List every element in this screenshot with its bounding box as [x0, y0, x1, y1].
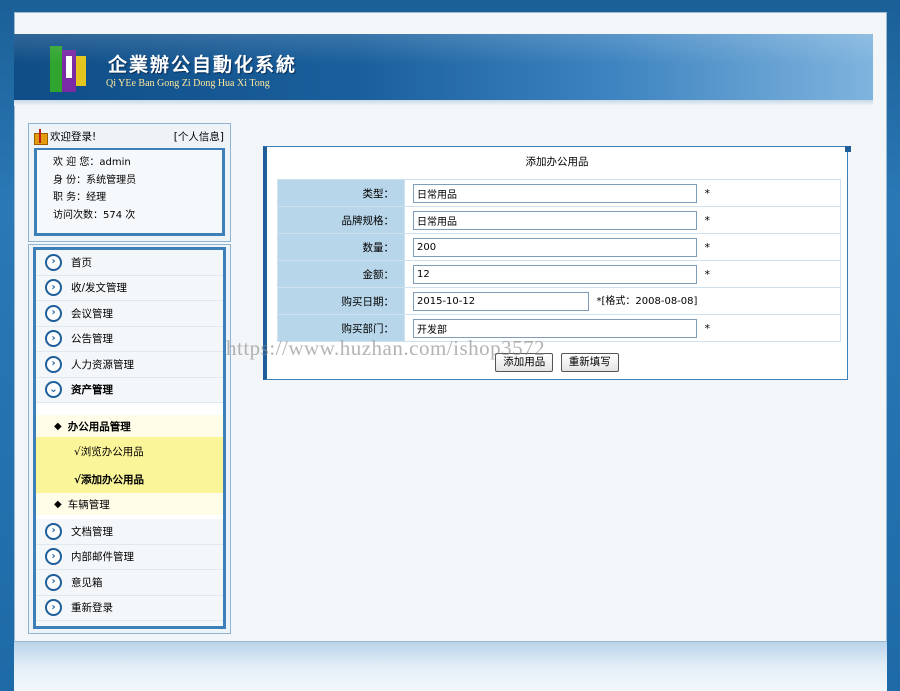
required-mark: * — [704, 321, 711, 335]
welcome-panel: 欢迎登录! [个人信息] 欢 迎 您：admin 身 份：系统管理员 职 务：经… — [28, 123, 231, 242]
required-mark: * — [704, 213, 711, 227]
sidebar-item-documents-inout[interactable]: › 收/发文管理 — [36, 276, 223, 301]
sidebar-item-label: 首页 — [71, 256, 92, 269]
chevron-right-icon: › — [45, 548, 62, 566]
menu-list: › 首页 › 收/发文管理 › 会议管理 › 公告管理 › 人力资源管理 ⌄ 资… — [33, 247, 226, 629]
position-line: 职 务：经理 — [53, 192, 107, 203]
type-field[interactable] — [413, 183, 697, 203]
identity-line: 身 份：系统管理员 — [53, 174, 137, 186]
submenu-link-browse-supplies[interactable]: √浏览办公用品 — [36, 437, 223, 465]
diamond-icon: ◆ — [54, 420, 62, 432]
welcome-greeting: 欢迎登录! — [50, 130, 97, 143]
quantity-field[interactable] — [413, 237, 697, 257]
app-title: 企業辦公自動化系統 — [108, 54, 298, 76]
welcome-header: 欢迎登录! [个人信息] — [29, 124, 230, 148]
form-row-type: 类型： * — [277, 179, 841, 207]
date-format-hint: *[格式：2008-08-08] — [596, 296, 698, 307]
sidebar-item-suggestions[interactable]: › 意见箱 — [36, 570, 223, 596]
chevron-right-icon: › — [45, 355, 62, 373]
gift-icon — [33, 129, 48, 145]
department-field[interactable] — [413, 318, 697, 338]
form-row-brand: 品牌规格： * — [277, 206, 841, 234]
sidebar-item-meetings[interactable]: › 会议管理 — [36, 301, 223, 327]
required-mark: * — [704, 186, 711, 200]
sidebar-item-hr[interactable]: › 人力资源管理 — [36, 352, 223, 378]
app-subtitle: Qi YEe Ban Gong Zi Dong Hua Xi Tong — [106, 78, 270, 89]
sidebar-item-label: 收/发文管理 — [71, 282, 128, 295]
user-info: 欢 迎 您：admin 身 份：系统管理员 职 务：经理 访问次数：574 次 — [34, 148, 225, 236]
chevron-right-icon: › — [45, 279, 62, 297]
sidebar-item-label: 内部邮件管理 — [71, 551, 134, 564]
form-row-purchase-date: 购买日期： *[格式：2008-08-08] — [277, 287, 841, 315]
chevron-right-icon: › — [45, 573, 62, 591]
header-banner: 企業辦公自動化系統 Qi YEe Ban Gong Zi Dong Hua Xi… — [14, 34, 873, 100]
amount-field[interactable] — [413, 264, 697, 284]
divider — [14, 100, 873, 106]
submenu-category-office-supplies[interactable]: ◆ 办公用品管理 — [36, 415, 223, 437]
required-mark: * — [704, 267, 711, 281]
sidebar-menu: › 首页 › 收/发文管理 › 会议管理 › 公告管理 › 人力资源管理 ⌄ 资… — [28, 244, 231, 634]
sidebar-item-label: 资产管理 — [71, 384, 113, 397]
sidebar-item-label: 会议管理 — [71, 307, 113, 320]
visits-line: 访问次数：574 次 — [53, 209, 136, 221]
sidebar-item-label: 公告管理 — [71, 333, 113, 346]
sidebar-item-assets[interactable]: ⌄ 资产管理 — [36, 378, 223, 403]
sidebar-item-announcements[interactable]: › 公告管理 — [36, 327, 223, 352]
chevron-right-icon: › — [45, 522, 62, 540]
sidebar-item-label: 重新登录 — [71, 602, 113, 615]
field-label: 金额： — [277, 260, 405, 288]
reset-button[interactable]: 重新填写 — [560, 353, 619, 372]
chevron-right-icon: › — [45, 253, 62, 271]
assets-submenu: ◆ 办公用品管理 √浏览办公用品 √添加办公用品 ◆ 车辆管理 — [36, 403, 223, 519]
form-row-quantity: 数量： * — [277, 233, 841, 261]
chevron-down-icon: ⌄ — [45, 381, 62, 399]
submenu-link-add-supplies[interactable]: √添加办公用品 — [36, 465, 223, 493]
logo-icon — [50, 46, 94, 92]
purchase-date-field[interactable] — [413, 291, 589, 311]
required-mark: * — [704, 240, 711, 254]
user-line: 欢 迎 您：admin — [53, 157, 131, 168]
submenu-category-vehicles[interactable]: ◆ 车辆管理 — [36, 493, 223, 515]
sidebar-item-home[interactable]: › 首页 — [36, 250, 223, 276]
brand-spec-field[interactable] — [413, 210, 697, 230]
submenu-category-label: 办公用品管理 — [67, 420, 131, 433]
field-label: 品牌规格： — [277, 206, 405, 234]
diamond-icon: ◆ — [54, 498, 62, 510]
sidebar-item-relogin[interactable]: › 重新登录 — [36, 596, 223, 621]
submenu-category-label: 车辆管理 — [67, 498, 110, 511]
form-row-amount: 金额： * — [277, 260, 841, 288]
watermark: https://www.huzhan.com/ishop3572 — [226, 336, 546, 360]
chevron-right-icon: › — [45, 599, 62, 617]
sidebar-item-files[interactable]: › 文档管理 — [36, 519, 223, 545]
supplies-form: 类型： * 品牌规格： * 数量： * 金额： * — [277, 179, 841, 342]
sidebar-item-internal-mail[interactable]: › 内部邮件管理 — [36, 545, 223, 570]
sidebar-item-label: 人力资源管理 — [71, 358, 134, 371]
page-title: 添加办公用品 — [525, 156, 589, 168]
field-label: 数量： — [277, 233, 405, 261]
chevron-right-icon: › — [45, 330, 62, 348]
sidebar-item-label: 文档管理 — [71, 525, 113, 538]
field-label: 购买日期： — [277, 287, 405, 315]
footer-bar — [14, 642, 887, 691]
profile-link[interactable]: [个人信息] — [174, 129, 224, 144]
field-label: 类型： — [277, 179, 405, 207]
sidebar-item-label: 意见箱 — [71, 576, 103, 589]
chevron-right-icon: › — [45, 304, 62, 322]
